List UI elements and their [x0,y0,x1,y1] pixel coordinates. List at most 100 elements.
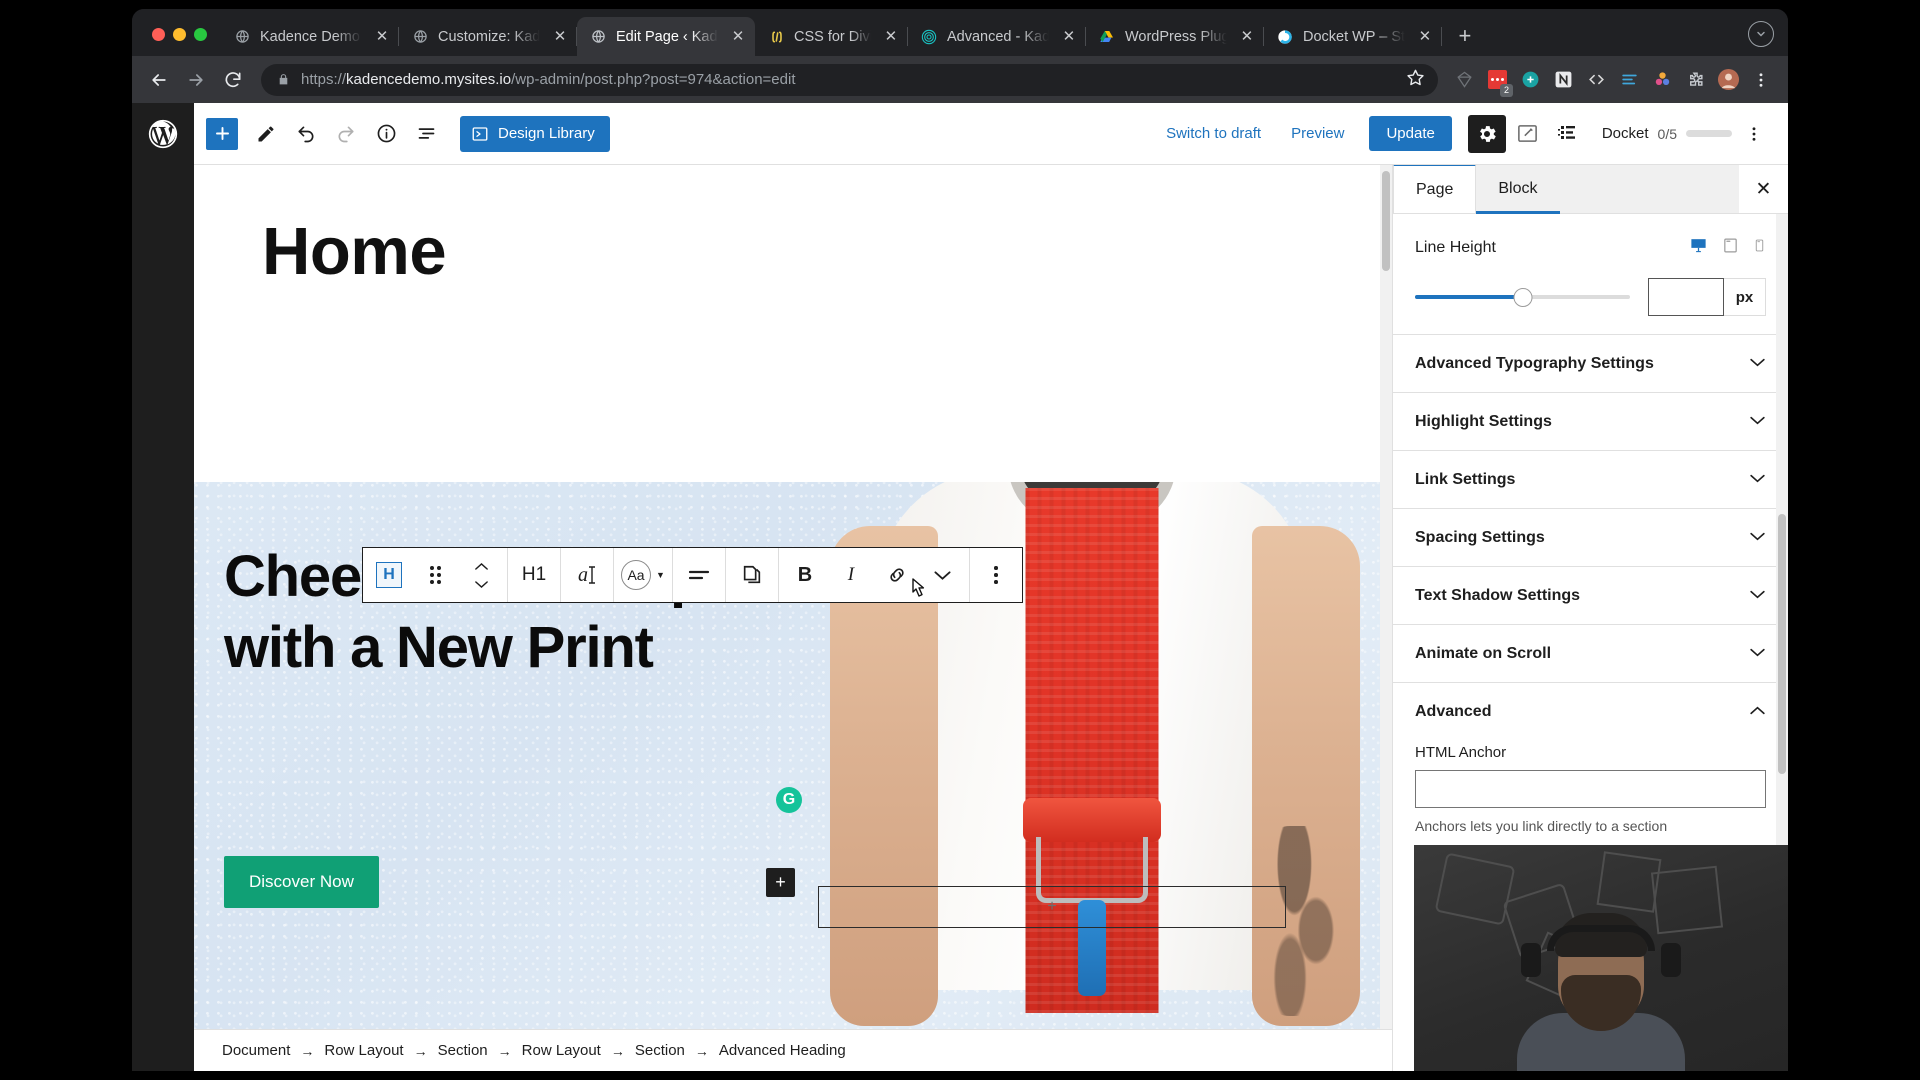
preview-button[interactable]: Preview [1278,125,1357,142]
close-icon[interactable]: ✕ [1060,28,1078,46]
breadcrumb-item-row-layout-1[interactable]: Row Layout [324,1042,403,1059]
block-appender-button[interactable]: + [766,868,795,897]
line-height-input[interactable] [1648,278,1724,316]
forward-icon[interactable] [179,63,213,97]
tablet-icon[interactable] [1722,236,1739,260]
undo-button[interactable] [288,116,324,152]
canvas-scrollbar-thumb[interactable] [1382,171,1390,271]
section-advanced-typography-settings[interactable]: Advanced Typography Settings [1393,334,1788,392]
browser-tab-docket-wp[interactable]: Docket WP – Stor ✕ [1264,17,1442,56]
breadcrumb-item-advanced-heading[interactable]: Advanced Heading [719,1042,846,1059]
red-notes-extension-icon[interactable]: 2 [1482,65,1513,97]
block-toolbar-group-duplicate [726,548,779,602]
desktop-icon[interactable] [1689,236,1708,260]
heading-level-button[interactable]: H1 [511,548,557,602]
close-icon[interactable]: ✕ [551,28,569,46]
bold-button[interactable]: B [782,548,828,602]
switch-to-draft-button[interactable]: Switch to draft [1153,125,1274,142]
edit-square-icon[interactable] [1510,116,1546,152]
align-text-button[interactable] [676,548,722,602]
text-style-button[interactable]: a [564,548,610,602]
section-spacing-settings[interactable]: Spacing Settings [1393,508,1788,566]
empty-block-placeholder[interactable]: + [818,886,1286,928]
info-icon[interactable] [368,116,404,152]
design-library-button[interactable]: Design Library [460,115,610,152]
browser-tab-kadence-demo[interactable]: Kadence Demo Si ✕ [221,17,399,56]
mobile-icon[interactable] [1753,236,1766,260]
html-anchor-input[interactable] [1415,770,1766,808]
canvas-scrollbar-track[interactable] [1380,165,1392,1029]
page-title[interactable]: Home [194,165,1392,290]
redo-button[interactable] [328,116,364,152]
wordpress-logo[interactable] [132,103,194,165]
bookmark-star-icon[interactable] [1406,68,1426,92]
browser-tab-css-for-divi[interactable]: CSS for Divi ✕ [755,17,908,56]
line-height-slider[interactable] [1415,283,1630,311]
duplicate-button[interactable] [729,548,775,602]
back-icon[interactable] [142,63,176,97]
browser-tab-wordpress-plugin[interactable]: WordPress Plugin ✕ [1086,17,1264,56]
close-icon[interactable]: ✕ [373,28,391,46]
address-bar[interactable]: https://kadencedemo.mysites.io/wp-admin/… [261,63,1438,96]
tab-block[interactable]: Block [1476,165,1560,214]
close-icon[interactable]: ✕ [1238,28,1256,46]
breadcrumb-item-section-2[interactable]: Section [635,1042,685,1059]
reload-icon[interactable] [216,63,250,97]
close-icon[interactable]: ✕ [1416,28,1434,46]
code-extension-icon[interactable] [1581,65,1611,95]
section-link-settings[interactable]: Link Settings [1393,450,1788,508]
section-text-shadow-settings[interactable]: Text Shadow Settings [1393,566,1788,624]
kadence-blocks-icon[interactable] [1550,116,1586,152]
new-tab-button[interactable]: + [1450,21,1480,51]
user-avatar[interactable] [1713,65,1743,95]
grammarly-icon[interactable]: G [776,787,802,813]
close-icon[interactable]: ✕ [729,28,747,46]
sketch-extension-icon[interactable] [1449,65,1479,95]
move-up-down-buttons[interactable] [458,548,504,602]
browser-tab-edit-page[interactable]: Edit Page ‹ Kaden ✕ [577,17,755,56]
breadcrumb-item-document[interactable]: Document [222,1042,290,1059]
italic-button[interactable]: I [828,548,874,602]
section-advanced[interactable]: Advanced [1393,682,1788,740]
colorful-flower-extension-icon[interactable] [1647,65,1677,95]
three-dot-menu-icon[interactable] [1746,65,1776,95]
minimize-window-button[interactable] [173,28,186,41]
section-animate-on-scroll[interactable]: Animate on Scroll [1393,624,1788,682]
sidebar-scrollbar-thumb[interactable] [1778,514,1786,774]
drag-handle[interactable] [412,548,458,602]
maximize-window-button[interactable] [194,28,207,41]
n-extension-icon[interactable] [1548,65,1578,95]
close-window-button[interactable] [152,28,165,41]
list-view-icon[interactable] [408,116,444,152]
block-options-button[interactable] [973,548,1019,602]
browser-tab-customize-kadence[interactable]: Customize: Kaden ✕ [399,17,577,56]
three-dot-vertical-icon[interactable] [1736,116,1772,152]
lines-extension-icon[interactable] [1614,65,1644,95]
block-type-heading-button[interactable]: H [366,548,412,602]
link-button[interactable] [874,548,920,602]
docket-widget[interactable]: Docket 0/5 [1602,125,1732,142]
close-icon[interactable]: ✕ [1739,165,1788,213]
more-formats-chevron[interactable] [920,548,966,602]
chevron-down-icon[interactable] [1748,21,1774,47]
browser-tab-advanced-kadence[interactable]: Advanced - Kade ✕ [908,17,1086,56]
gear-icon[interactable] [1467,114,1506,153]
breadcrumb-item-section-1[interactable]: Section [438,1042,488,1059]
add-block-button[interactable] [206,117,238,150]
update-button[interactable]: Update [1369,116,1452,151]
breadcrumb-separator: → [497,1042,512,1059]
tab-page[interactable]: Page [1393,165,1477,213]
font-size-dropdown[interactable]: Aa ▼ [617,548,669,602]
close-icon[interactable]: ✕ [882,28,900,46]
breadcrumb-item-row-layout-2[interactable]: Row Layout [522,1042,601,1059]
slider-thumb[interactable] [1513,288,1532,307]
advanced-section-body: HTML Anchor Anchors lets you link direct… [1393,740,1788,854]
teal-circle-extension-icon[interactable] [1515,65,1545,95]
discover-now-button[interactable]: Discover Now [224,856,379,908]
block-toolbar: H H1 a Aa ▼ B I [362,547,1023,603]
section-highlight-settings[interactable]: Highlight Settings [1393,392,1788,450]
puzzle-extensions-icon[interactable] [1680,65,1710,95]
italic-label: I [847,564,855,585]
edit-tool-button[interactable] [248,116,284,152]
line-height-unit[interactable]: px [1724,278,1766,316]
